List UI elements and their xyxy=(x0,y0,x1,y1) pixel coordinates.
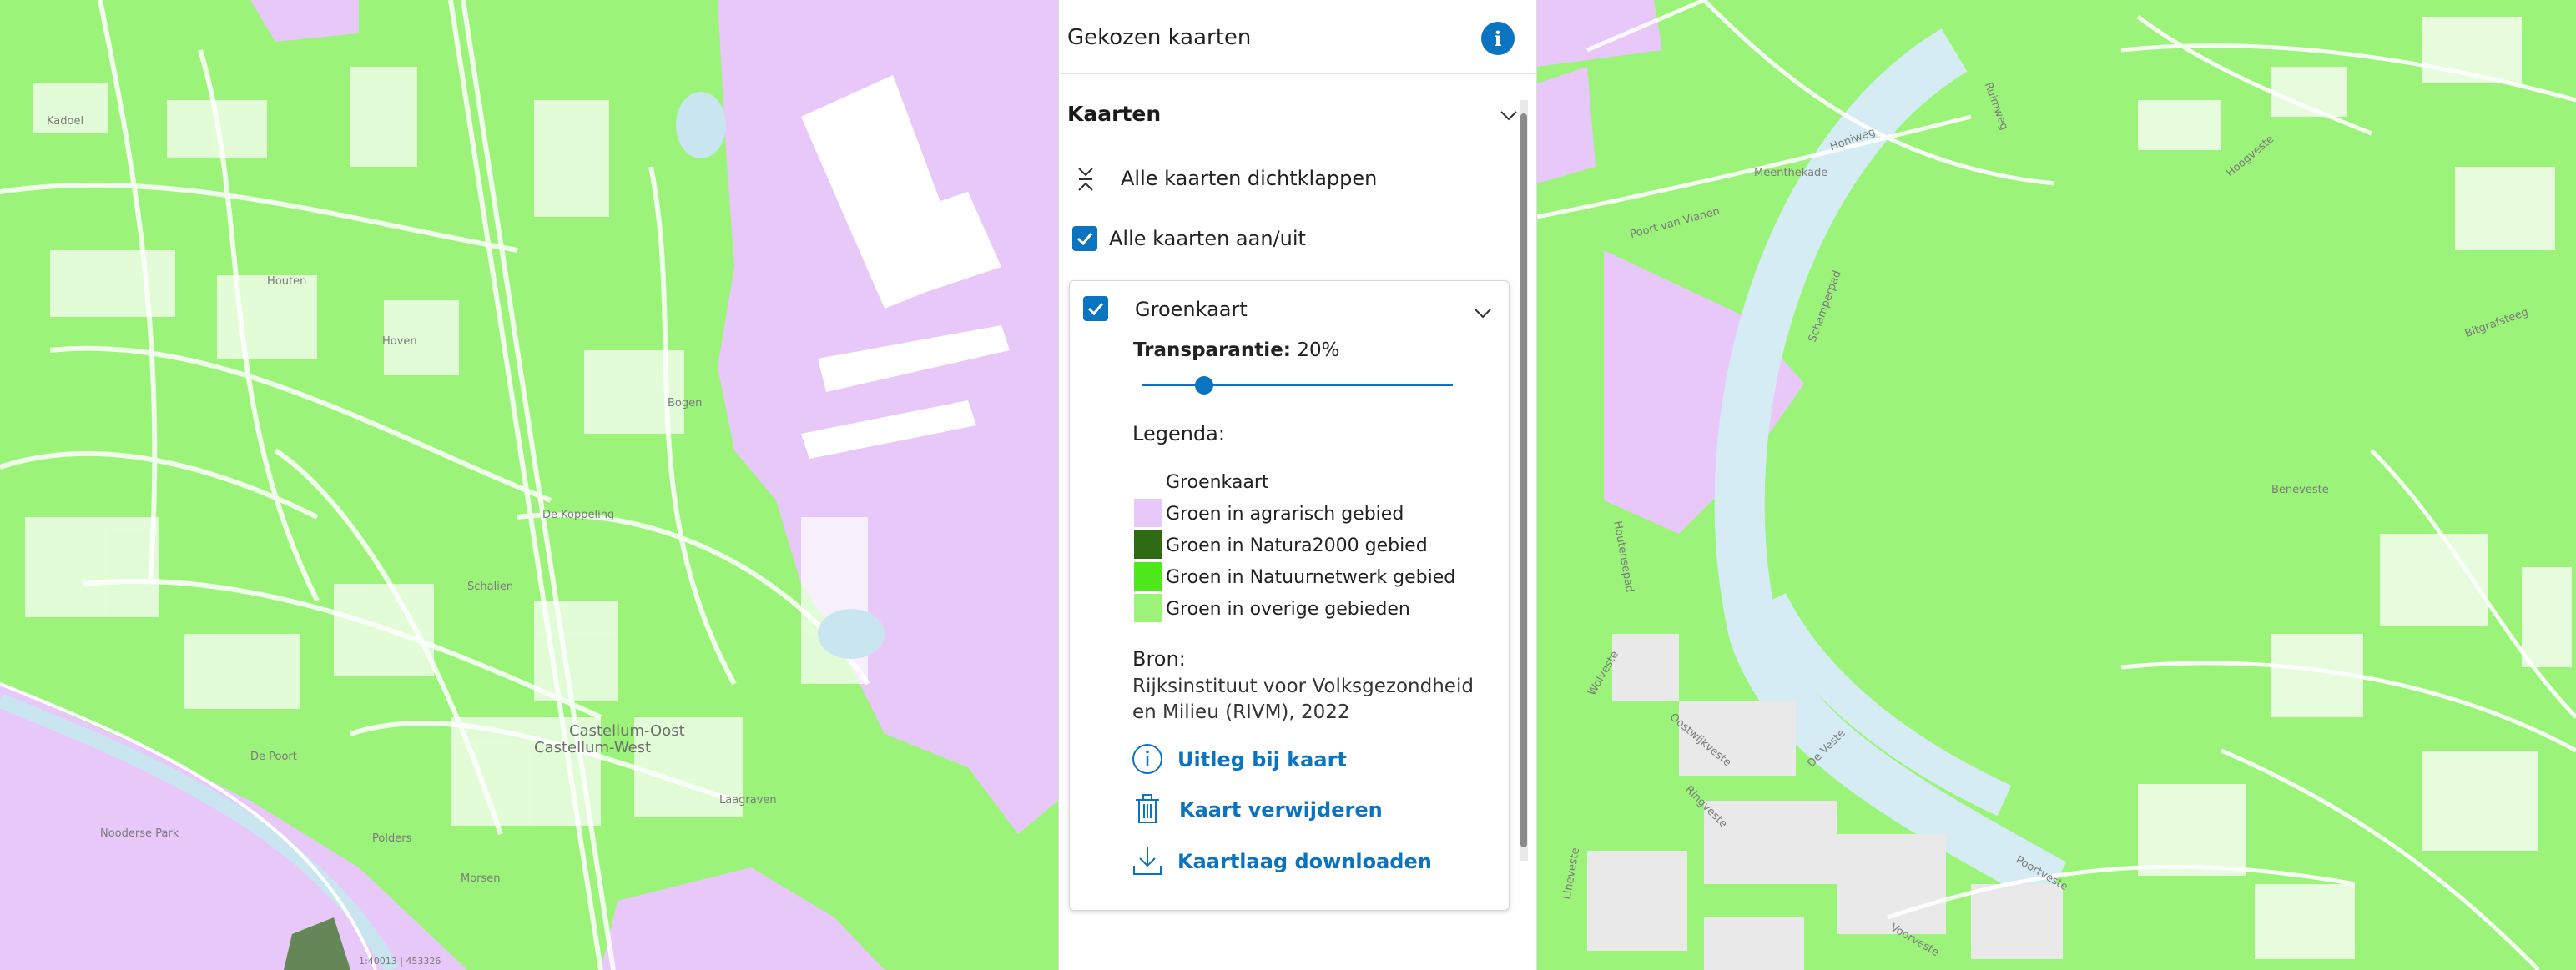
legend-label: Groenkaart xyxy=(1166,472,1269,493)
download-layer-label: Kaartlaag downloaden xyxy=(1177,850,1432,873)
map-label: Schalien xyxy=(467,580,514,593)
map-left[interactable]: Castellum-Oost Castellum-West Schalien H… xyxy=(0,0,1058,970)
legend-swatch xyxy=(1134,467,1162,495)
layer-checkbox[interactable] xyxy=(1083,296,1108,321)
source-label: Bron: xyxy=(1132,647,1186,671)
download-icon xyxy=(1133,847,1162,875)
legend-swatch xyxy=(1134,499,1162,527)
chevron-down-icon xyxy=(1500,111,1517,121)
map-label: Hoven xyxy=(382,335,417,348)
collapse-all-icon xyxy=(1078,168,1093,191)
legend-label: Groen in Natuurnetwerk gebied xyxy=(1166,567,1456,588)
map-label: Bogen xyxy=(668,397,703,410)
legend-label: Groen in overige gebieden xyxy=(1166,599,1410,620)
panel-scrollbar[interactable] xyxy=(1520,100,1528,861)
map-label: Houten xyxy=(267,275,307,288)
transparency-slider-track[interactable] xyxy=(1142,384,1453,386)
layer-name: Groenkaart xyxy=(1135,298,1248,321)
toggle-all-checkbox[interactable] xyxy=(1072,226,1097,251)
legend-label: Groen in agrarisch gebied xyxy=(1166,504,1404,525)
scrollbar-thumb[interactable] xyxy=(1520,113,1527,847)
remove-map-label: Kaart verwijderen xyxy=(1179,798,1383,822)
toggle-all-label: Alle kaarten aan/uit xyxy=(1109,227,1306,250)
legend-label: Groen in Natura2000 gebied xyxy=(1166,535,1428,556)
checkmark-icon xyxy=(1087,303,1104,315)
map-label: Nooderse Park xyxy=(100,827,179,840)
panel-title: Gekozen kaarten xyxy=(1067,25,1252,50)
info-icon[interactable]: i xyxy=(1481,22,1515,55)
trash-icon xyxy=(1136,794,1159,823)
map-right[interactable]: De Veste Ringveste Voorveste Lineveste W… xyxy=(1537,0,2576,970)
map-label: Beneveste xyxy=(2271,484,2329,496)
map-label: Meenthekade xyxy=(1754,167,1828,179)
map-label: Kadoel xyxy=(47,115,84,128)
collapse-all-button[interactable]: Alle kaarten dichtklappen xyxy=(1121,167,1377,190)
chosen-maps-panel: Gekozen kaarten i Kaarten Alle kaarten d… xyxy=(1058,0,1537,970)
map-info-label: Uitleg bij kaart xyxy=(1177,748,1347,771)
transparency-value: 20% xyxy=(1297,339,1340,361)
info-circle-icon xyxy=(1132,744,1162,774)
map-label: Morsen xyxy=(461,872,501,885)
maps-section-header[interactable]: Kaarten xyxy=(1067,100,1518,133)
map-label: Laagraven xyxy=(719,794,777,807)
map-right-canvas xyxy=(1537,0,2576,970)
map-label: Castellum-West xyxy=(534,739,652,756)
map-label: Castellum-Oost xyxy=(569,722,685,740)
map-scale: 1:40013 | 453326 xyxy=(359,956,441,967)
map-label: De Poort xyxy=(250,751,297,763)
transparency-label: Transparantie: xyxy=(1133,339,1291,361)
legend-swatch xyxy=(1134,562,1162,591)
chevron-down-icon[interactable] xyxy=(1474,308,1492,319)
legend-title: Legenda: xyxy=(1132,422,1225,445)
map-left-canvas xyxy=(0,0,1058,970)
map-label: Polders xyxy=(372,832,412,845)
map-label: De Koppeling xyxy=(542,509,615,521)
panel-header: Gekozen kaarten i xyxy=(1059,0,1536,74)
legend-swatch xyxy=(1134,530,1162,559)
checkmark-icon xyxy=(1076,233,1093,245)
source-text: Rijksinstituut voor Volksgezondheid en M… xyxy=(1132,676,1474,723)
legend-swatch xyxy=(1134,594,1162,622)
transparency-row: Transparantie: 20% xyxy=(1133,339,1339,361)
section-title: Kaarten xyxy=(1067,102,1162,126)
